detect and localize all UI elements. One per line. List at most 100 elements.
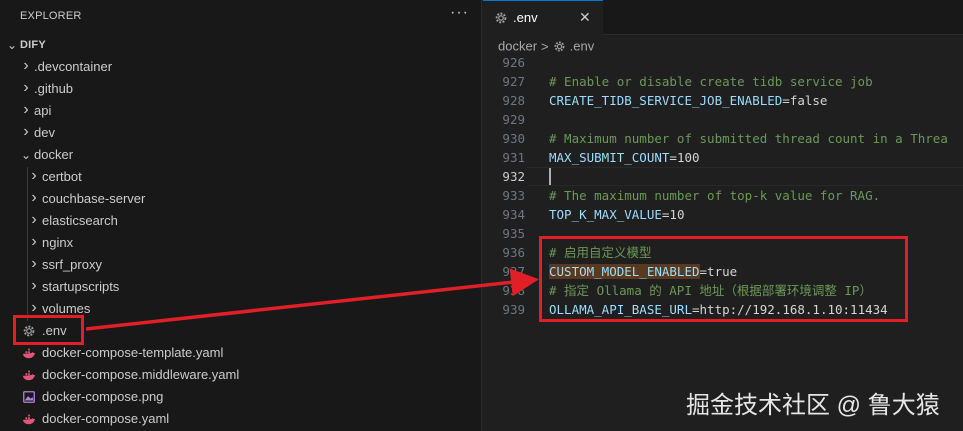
code-text: # The maximum number of top-k value for … (549, 186, 880, 205)
line-number: 931 (502, 150, 525, 165)
line-number: 926 (502, 55, 525, 70)
tree-item-label: certbot (42, 169, 82, 184)
tree-folder-couchbase-server[interactable]: › couchbase-server (0, 188, 482, 210)
current-line-highlight (527, 167, 963, 186)
chevron-right-icon: › (23, 79, 29, 96)
code-line[interactable]: 927 # Enable or disable create tidb servi… (483, 72, 963, 91)
env-equals: = (782, 93, 790, 108)
line-number: 927 (502, 74, 525, 89)
tree-folder-startupscripts[interactable]: › startupscripts (0, 276, 482, 298)
line-number: 938 (502, 283, 525, 298)
code-text: # Enable or disable create tidb service … (549, 72, 873, 91)
line-number: 939 (502, 302, 525, 317)
code-comment: # Maximum number of submitted thread cou… (549, 131, 948, 146)
annotation-box-config (539, 236, 908, 322)
tree-item-label: docker-compose.yaml (42, 411, 170, 426)
tree-root-label: DIFY (20, 39, 46, 51)
tree-root-dify[interactable]: ⌄ DIFY (0, 34, 482, 56)
env-value: 100 (676, 150, 700, 165)
tree-item-label: docker-compose-template.yaml (42, 345, 224, 360)
tree-item-label: startupscripts (42, 279, 120, 294)
tab-env[interactable]: .env ✕ (483, 0, 603, 35)
chevron-right-icon: › (23, 123, 29, 140)
code-line[interactable]: 929 (483, 110, 963, 129)
chevron-down-icon: ⌄ (6, 38, 18, 52)
env-value: 10 (669, 207, 685, 222)
breadcrumb-file[interactable]: .env (570, 39, 595, 54)
code-line[interactable]: 933 # The maximum number of top-k value f… (483, 186, 963, 205)
tree-file-docker-compose-middleware-yaml[interactable]: docker-compose.middleware.yaml (0, 364, 482, 386)
chevron-right-icon: › (31, 189, 37, 206)
line-number: 930 (502, 131, 525, 146)
tree-folder-ssrf-proxy[interactable]: › ssrf_proxy (0, 254, 482, 276)
line-number: 932 (502, 169, 525, 184)
tab-bar: .env ✕ (483, 0, 963, 35)
tree-folder-github[interactable]: › .github (0, 78, 482, 100)
explorer-sidebar: EXPLORER ··· ⌄ DIFY › .devcontainer › .gith… (0, 0, 482, 431)
tree-item-label: docker-compose.png (42, 389, 164, 404)
tree-folder-elasticsearch[interactable]: › elasticsearch (0, 210, 482, 232)
env-equals: = (669, 150, 677, 165)
code-line[interactable]: 928 CREATE_TIDB_SERVICE_JOB_ENABLED=false (483, 91, 963, 110)
tree-item-label: .devcontainer (34, 59, 113, 74)
chevron-right-icon: › (31, 233, 37, 250)
tree-item-label: .github (34, 81, 74, 96)
docker-whale-icon (22, 414, 36, 425)
text-caret (549, 168, 551, 185)
gear-icon (554, 41, 565, 52)
explorer-title: EXPLORER (20, 10, 82, 22)
tab-label: .env (513, 10, 538, 25)
line-number: 936 (502, 245, 525, 260)
chevron-right-icon: › (23, 101, 29, 118)
env-value: false (789, 93, 828, 108)
line-number: 928 (502, 93, 525, 108)
tree-folder-docker[interactable]: ⌄ docker (0, 144, 482, 166)
tree-item-label: nginx (42, 235, 74, 250)
watermark: 掘金技术社区 @ 鲁大猿 (686, 392, 940, 419)
code-line[interactable]: 930 # Maximum number of submitted thread … (483, 129, 963, 148)
file-tree: ⌄ DIFY › .devcontainer › .github › api › dev ⌄ do… (0, 34, 482, 430)
env-key: MAX_SUBMIT_COUNT (549, 150, 670, 165)
code-line[interactable]: 931 MAX_SUBMIT_COUNT=100 (483, 148, 963, 167)
tree-file-docker-compose-png[interactable]: docker-compose.png (0, 386, 482, 408)
tree-file-docker-compose-yaml[interactable]: docker-compose.yaml (0, 408, 482, 430)
annotation-box-env-file (13, 315, 84, 345)
tree-item-label: docker-compose.middleware.yaml (42, 367, 240, 382)
code-text: # Maximum number of submitted thread cou… (549, 129, 948, 148)
line-number: 934 (502, 207, 525, 222)
editor-area: .env ✕ docker > .env 926 927 # Enable or di… (483, 0, 963, 431)
breadcrumb-folder[interactable]: docker (498, 39, 537, 54)
tree-item-label: docker (34, 147, 74, 162)
docker-whale-icon (22, 370, 36, 381)
code-comment: # Enable or disable create tidb service … (549, 74, 873, 89)
close-icon[interactable]: ✕ (579, 9, 591, 26)
code-line[interactable]: 926 (483, 53, 963, 72)
line-number: 935 (502, 226, 525, 241)
tree-folder-api[interactable]: › api (0, 100, 482, 122)
code-line[interactable]: 934 TOP_K_MAX_VALUE=10 (483, 205, 963, 224)
gear-icon (495, 12, 507, 24)
tree-folder-devcontainer[interactable]: › .devcontainer (0, 56, 482, 78)
tree-item-label: dev (34, 125, 55, 140)
line-number: 933 (502, 188, 525, 203)
tree-folder-certbot[interactable]: › certbot (0, 166, 482, 188)
code-line[interactable]: 932 (483, 167, 963, 186)
tree-item-label: ssrf_proxy (42, 257, 102, 272)
tree-item-label: elasticsearch (42, 213, 118, 228)
chevron-right-icon: › (23, 57, 29, 74)
chevron-right-icon: › (31, 277, 37, 294)
tree-file-docker-compose-template-yaml[interactable]: docker-compose-template.yaml (0, 342, 482, 364)
code-comment: # The maximum number of top-k value for … (549, 188, 881, 203)
more-actions-button[interactable]: ··· (450, 4, 469, 22)
line-number: 937 (502, 264, 525, 279)
env-key: CREATE_TIDB_SERVICE_JOB_ENABLED (549, 93, 783, 108)
env-key: TOP_K_MAX_VALUE (549, 207, 662, 222)
chevron-right-icon: › (31, 211, 37, 228)
line-number: 929 (502, 112, 525, 127)
tree-folder-dev[interactable]: › dev (0, 122, 482, 144)
tree-item-label: couchbase-server (42, 191, 146, 206)
docker-whale-icon (22, 348, 36, 359)
code-text: MAX_SUBMIT_COUNT=100 (549, 148, 700, 167)
tree-folder-nginx[interactable]: › nginx (0, 232, 482, 254)
image-file-icon (23, 391, 35, 403)
